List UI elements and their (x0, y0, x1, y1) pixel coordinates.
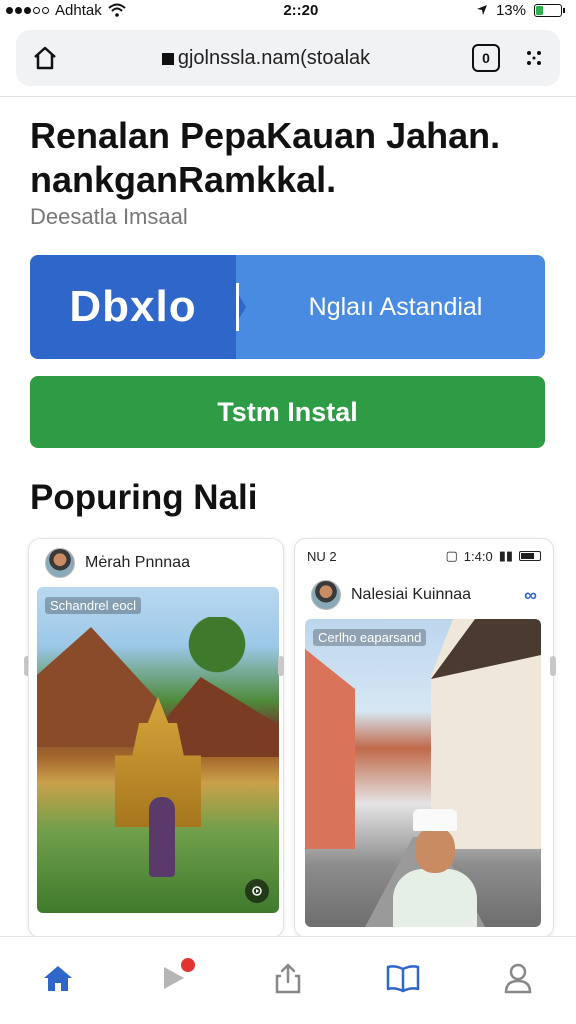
notification-badge (180, 957, 195, 972)
post-header: Mėrah Pnnnaa (29, 539, 283, 587)
nav-profile[interactable] (494, 954, 542, 1002)
page-subtitle: Deesatla Imsaal (30, 204, 188, 229)
video-play-icon[interactable] (245, 879, 269, 903)
nav-library[interactable] (379, 954, 427, 1002)
image-caption: Schandrel eocl (45, 597, 141, 614)
post-header: Nalesiai Kuinnaa ∞ (295, 573, 553, 617)
address-bar[interactable]: gjolnssla.nam(stoalak (60, 47, 472, 70)
post-author: Mėrah Pnnnaa (85, 554, 190, 571)
post-author: Nalesiai Kuinnaa (351, 586, 472, 603)
inner-status-bar: NU 2 ▢ 1:4:0 ▮▮ (295, 539, 553, 573)
tabs-button[interactable]: 0 (472, 44, 500, 72)
building-shape (305, 649, 355, 849)
section-title: Popuring Nali (30, 478, 258, 517)
home-outline-icon (34, 46, 56, 70)
share-icon (275, 962, 301, 993)
clock: 2::20 (283, 1, 319, 19)
carousel-handle-middle[interactable] (278, 656, 284, 676)
open-app-button[interactable]: Dbxlo Nglaıı Astandial (30, 255, 545, 359)
inner-signal-icon: ▮▮ (498, 548, 513, 563)
url-text: gjolnssla.nam(stoalak (177, 46, 371, 69)
carrier-label: Adhtak (55, 1, 102, 19)
site-info-icon (161, 52, 174, 65)
palm-tree-shape (187, 617, 247, 707)
profile-icon (505, 963, 532, 993)
inner-time: 1:4:0 (463, 548, 493, 564)
bottom-nav (0, 936, 576, 1024)
signal-dots-icon (6, 6, 49, 14)
cta-separator (236, 283, 239, 331)
open-app-label: Nglaıı Astandial (236, 255, 545, 359)
tab-count: 0 (482, 50, 490, 66)
page-headline: Renalan PepaKauan Jahan. nankganRamkkal. (30, 115, 501, 200)
avatar[interactable] (45, 548, 75, 578)
inner-carrier: NU 2 (307, 548, 337, 564)
wifi-icon (108, 3, 126, 17)
book-icon (386, 964, 420, 992)
nav-play[interactable] (149, 954, 197, 1002)
avatar[interactable] (311, 580, 341, 610)
nav-share[interactable] (264, 954, 312, 1002)
more-dots-icon (527, 51, 541, 65)
status-bar: Adhtak 2::20 13% (0, 0, 576, 20)
post-card[interactable]: Mėrah Pnnnaa Schandrel eocl (28, 538, 284, 938)
carousel-handle-right[interactable] (550, 656, 556, 676)
inner-battery-icon (519, 551, 541, 561)
post-image[interactable]: Schandrel eocl (37, 587, 279, 913)
browser-toolbar: gjolnssla.nam(stoalak 0 (16, 30, 560, 86)
home-icon (43, 965, 72, 991)
app-logo: Dbxlo (30, 255, 246, 359)
inner-lock-icon: ▢ (445, 548, 458, 563)
location-arrow-icon (476, 5, 487, 15)
infinity-link-icon[interactable]: ∞ (524, 585, 537, 606)
install-button[interactable]: Tstm Instal (30, 376, 545, 448)
battery-percent: 13% (495, 1, 526, 19)
battery-icon (533, 3, 565, 17)
person-shape (149, 797, 175, 877)
man-portrait (385, 809, 485, 927)
post-card[interactable]: NU 2 ▢ 1:4:0 ▮▮ Nalesiai Kuinnaa ∞ Cerlh… (294, 538, 554, 938)
menu-button[interactable] (522, 46, 546, 70)
nav-home[interactable] (34, 954, 82, 1002)
home-button[interactable] (30, 43, 60, 73)
toolbar-divider (0, 96, 576, 97)
post-image[interactable]: Cerlho eaparsand (305, 619, 541, 927)
image-caption: Cerlho eaparsand (313, 629, 427, 646)
